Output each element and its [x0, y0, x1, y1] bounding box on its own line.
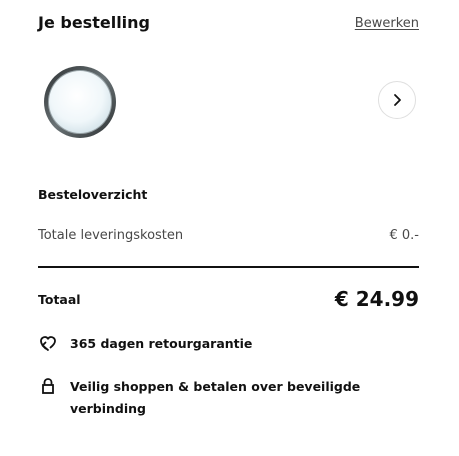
product-thumbnail[interactable] — [42, 64, 118, 140]
summary-heading: Besteloverzicht — [38, 187, 148, 202]
total-label: Totaal — [38, 291, 81, 307]
summary-divider — [38, 266, 419, 268]
order-title: Je bestelling — [38, 13, 150, 32]
secure-shopping-text: Veilig shoppen & betalen over beveiligde… — [70, 379, 361, 416]
secure-shopping: Veilig shoppen & betalen over beveiligde… — [38, 376, 419, 420]
next-product-button[interactable] — [378, 81, 416, 119]
delivery-cost-row: Totale leveringskosten € 0.- — [38, 227, 419, 245]
returns-guarantee: 365 dagen retourgarantie — [38, 333, 419, 355]
delivery-cost-label: Totale leveringskosten — [38, 228, 184, 243]
total-row: Totaal € 24.99 — [38, 287, 419, 311]
order-summary-panel: Je bestelling Bewerken Besteloverzicht T… — [38, 0, 419, 456]
delivery-cost-value: € 0.- — [389, 228, 420, 243]
chevron-right-icon — [394, 94, 401, 106]
lock-icon — [38, 376, 58, 396]
return-guarantee-icon — [38, 333, 58, 353]
edit-order-link[interactable]: Bewerken — [355, 15, 419, 33]
round-mirror-icon — [44, 66, 116, 138]
total-price: € 24.99 — [334, 287, 419, 311]
returns-guarantee-text: 365 dagen retourgarantie — [70, 336, 253, 351]
